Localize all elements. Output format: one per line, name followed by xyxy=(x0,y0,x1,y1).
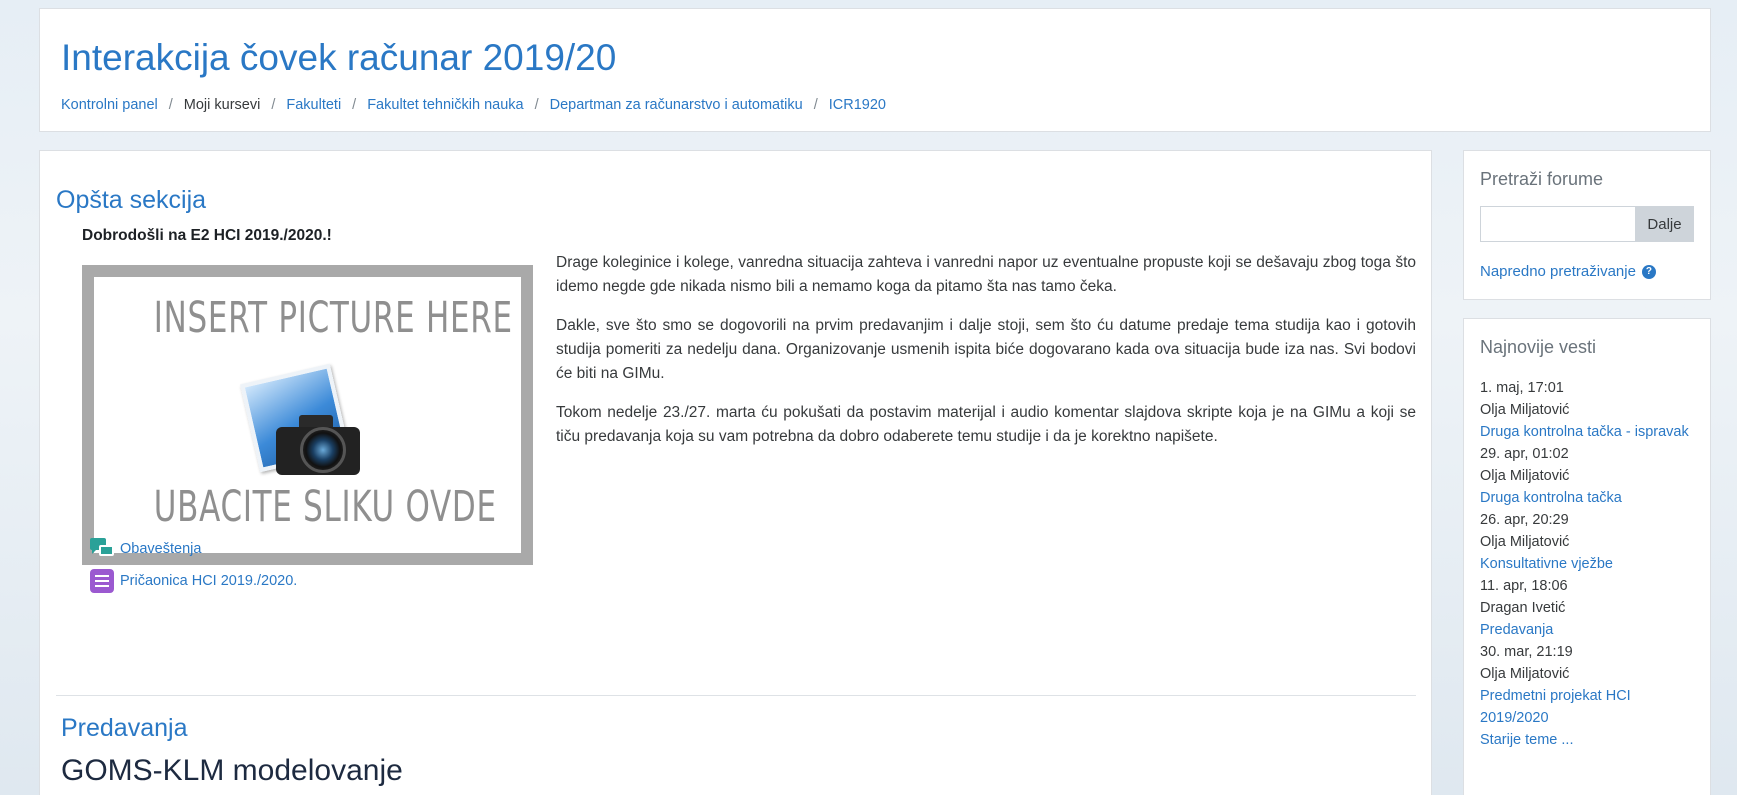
breadcrumb-dashboard[interactable]: Kontrolni panel xyxy=(61,97,158,113)
news-author: Olja Miljatović xyxy=(1480,402,1570,418)
section-title-link[interactable]: Opšta sekcija xyxy=(56,186,206,214)
search-forums-title: Pretraži forume xyxy=(1480,169,1604,189)
latest-news-block: Najnovije vesti 1. maj, 17:01 Olja Milja… xyxy=(1463,318,1711,795)
activity-chat-link[interactable]: Pričaonica HCI 2019./2020. xyxy=(120,573,297,589)
activity-announcements-link[interactable]: Obaveštenja xyxy=(120,541,201,557)
news-item: 26. apr, 20:29 Olja Miljatović Konsultat… xyxy=(1480,509,1700,575)
course-content: Opšta sekcija Dobrodošli na E2 HCI 2019.… xyxy=(39,150,1432,795)
breadcrumb: Kontrolni panel / Moji kursevi / Fakulte… xyxy=(61,97,886,113)
section-predavanja-title[interactable]: Predavanja xyxy=(61,714,187,743)
search-go-button[interactable]: Dalje xyxy=(1635,206,1694,242)
section-divider xyxy=(56,695,1416,696)
placeholder-image: INSERT PICTURE HERE UBACITE SLIKU OVDE xyxy=(82,265,533,565)
image-top-text: INSERT PICTURE HERE xyxy=(153,293,513,343)
chat-icon xyxy=(90,569,114,593)
news-date: 1. maj, 17:01 xyxy=(1480,380,1564,396)
breadcrumb-my-courses: Moji kursevi xyxy=(183,97,261,113)
breadcrumb-separator: / xyxy=(534,97,539,113)
placeholder-image-inner: INSERT PICTURE HERE UBACITE SLIKU OVDE xyxy=(94,277,521,553)
breadcrumb-separator: / xyxy=(352,97,357,113)
breadcrumb-separator: / xyxy=(168,97,173,113)
breadcrumb-separator: / xyxy=(271,97,276,113)
news-date: 29. apr, 01:02 xyxy=(1480,446,1569,462)
breadcrumb-separator: / xyxy=(813,97,818,113)
news-item: 1. maj, 17:01 Olja Miljatović Druga kont… xyxy=(1480,377,1700,443)
camera-lens xyxy=(300,427,346,473)
news-date: 26. apr, 20:29 xyxy=(1480,512,1569,528)
forum-icon xyxy=(90,537,114,561)
topic-heading: GOMS-KLM modelovanje xyxy=(61,754,403,787)
news-author: Dragan Ivetić xyxy=(1480,600,1566,616)
summary-paragraph: Tokom nedelje 23./27. marta ću pokušati … xyxy=(556,404,1416,445)
news-date: 30. mar, 21:19 xyxy=(1480,644,1573,660)
news-item: 30. mar, 21:19 Olja Miljatović Predmetni… xyxy=(1480,641,1700,729)
news-title-link[interactable]: Druga kontrolna tačka - ispravak xyxy=(1480,424,1689,440)
news-author: Olja Miljatović xyxy=(1480,468,1570,484)
search-forums-block: Pretraži forume Dalje Napredno pretraživ… xyxy=(1463,150,1711,300)
welcome-heading: Dobrodošli na E2 HCI 2019./2020.! xyxy=(82,227,332,244)
summary-paragraph: Drage koleginice i kolege, vanredna situ… xyxy=(556,254,1416,295)
older-topics-link[interactable]: Starije teme ... xyxy=(1480,732,1573,748)
news-author: Olja Miljatović xyxy=(1480,666,1570,682)
news-list: 1. maj, 17:01 Olja Miljatović Druga kont… xyxy=(1480,377,1700,751)
section-predavanja-link[interactable]: Predavanja xyxy=(61,714,187,742)
news-title-link[interactable]: Konsultativne vježbe xyxy=(1480,556,1613,572)
latest-news-title: Najnovije vesti xyxy=(1480,337,1597,357)
news-item: 11. apr, 18:06 Dragan Ivetić Predavanja xyxy=(1480,575,1700,641)
summary-paragraph: Dakle, sve što smo se dogovorili na prvi… xyxy=(556,317,1416,382)
help-icon[interactable]: ? xyxy=(1641,264,1656,279)
activity-chat[interactable]: Pričaonica HCI 2019./2020. xyxy=(90,569,297,593)
news-title-link[interactable]: Druga kontrolna tačka xyxy=(1480,490,1622,506)
news-title-link[interactable]: Predmetni projekat HCI 2019/2020 xyxy=(1480,688,1631,726)
breadcrumb-course[interactable]: ICR1920 xyxy=(829,97,886,113)
activity-announcements[interactable]: Obaveštenja xyxy=(90,537,201,561)
news-author: Olja Miljatović xyxy=(1480,534,1570,550)
news-title-link[interactable]: Predavanja xyxy=(1480,622,1553,638)
advanced-search: Napredno pretraživanje ? xyxy=(1480,263,1656,280)
breadcrumb-ftn[interactable]: Fakultet tehničkih nauka xyxy=(367,97,523,113)
course-title: Interakcija čovek računar 2019/20 xyxy=(61,37,617,78)
breadcrumb-department[interactable]: Departman za računarstvo i automatiku xyxy=(550,97,803,113)
image-bottom-text: UBACITE SLIKU OVDE xyxy=(153,482,497,532)
search-forums-input[interactable] xyxy=(1480,206,1636,242)
news-item: 29. apr, 01:02 Olja Miljatović Druga kon… xyxy=(1480,443,1700,509)
breadcrumb-faculties[interactable]: Fakulteti xyxy=(286,97,341,113)
news-date: 11. apr, 18:06 xyxy=(1480,578,1568,594)
section-summary: Drage koleginice i kolege, vanredna situ… xyxy=(556,251,1416,464)
section-title[interactable]: Opšta sekcija xyxy=(56,186,206,215)
page-header: Interakcija čovek računar 2019/20 Kontro… xyxy=(39,8,1711,132)
advanced-search-link[interactable]: Napredno pretraživanje xyxy=(1480,263,1636,280)
